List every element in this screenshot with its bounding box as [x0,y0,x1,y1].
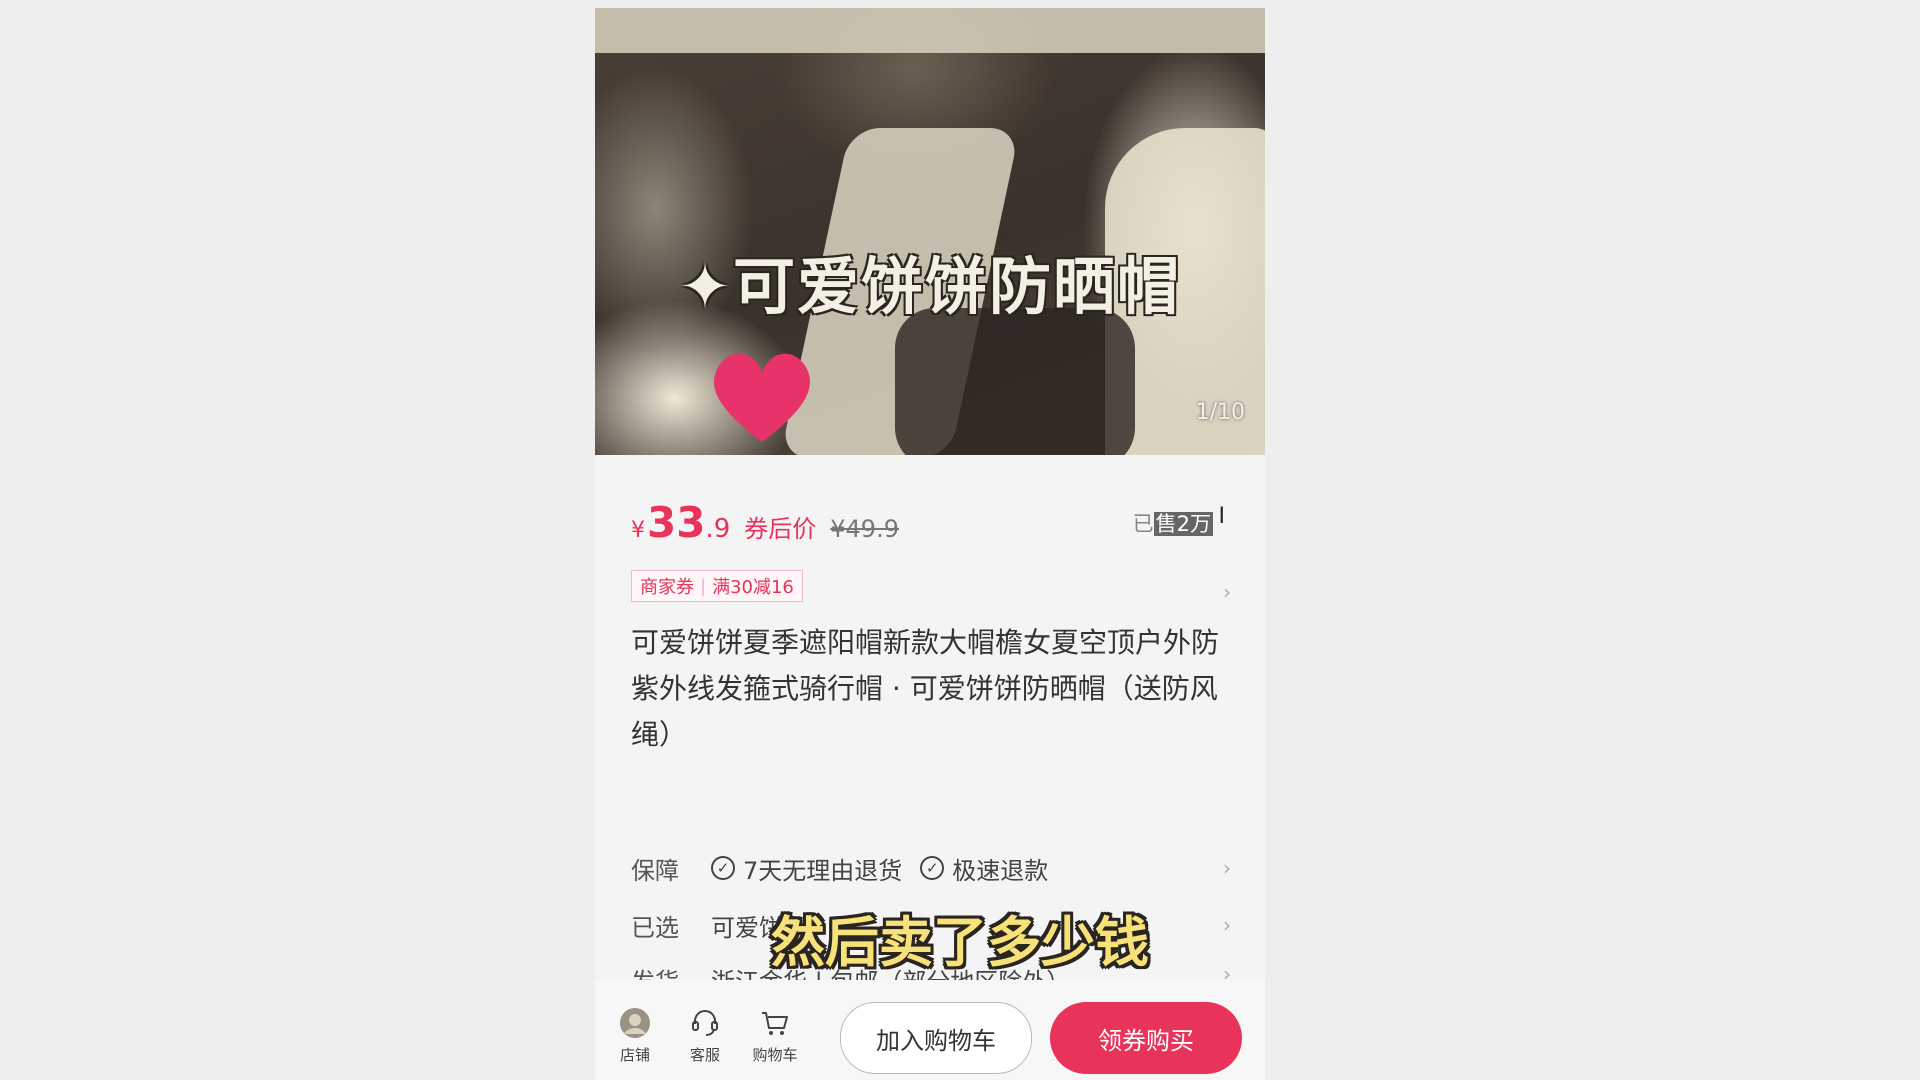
guarantee-item-label: 极速退款 [952,856,1049,885]
price-row: ¥ 33 .9 券后价 ¥49.9 [631,498,899,547]
original-price: ¥49.9 [830,515,899,543]
currency-symbol: ¥ [631,518,645,543]
coupon-type: 商家券 [640,577,694,598]
store-avatar-icon [620,1008,650,1038]
shopping-cart-icon [762,1012,788,1035]
claim-coupon-buy-button[interactable]: 领券购买 [1050,1002,1242,1074]
bottom-action-bar: 店铺 客服 购物车 加入购物车 领券购买 [595,980,1265,1080]
product-title: 可爱饼饼夏季遮阳帽新款大帽檐女夏空顶户外防紫外线发箍式骑行帽 · 可爱饼饼防晒帽… [631,626,1220,751]
headset-icon [692,1010,718,1036]
check-circle-icon: ✓ [711,856,735,880]
guarantee-label: 保障 [631,856,679,885]
text-cursor-icon: I [1218,504,1226,529]
hero-image-shadow [895,308,1135,455]
product-image-carousel[interactable]: ✦可爱饼饼防晒帽 1/10 [595,8,1265,455]
guarantee-item: ✓ 7天无理由退货 [711,851,902,886]
after-coupon-label: 券后价 [744,515,817,543]
video-subtitle: 然后卖了多少钱 [771,911,1149,974]
sold-prefix: 已 [1132,512,1154,536]
hero-title: ✦可爱饼饼防晒帽 [679,250,1181,323]
guarantee-item: ✓ 极速退款 [920,851,1048,886]
image-counter: 1/10 [1195,400,1245,425]
sold-highlighted-text: 售2万 [1153,512,1213,536]
cart-label: 购物车 [752,1046,798,1064]
cart-tab[interactable]: 购物车 [745,1006,805,1065]
service-tab[interactable]: 客服 [675,1006,735,1065]
guarantee-row[interactable]: 保障 ✓ 7天无理由退货 ✓ 极速退款 › [631,848,1231,888]
heart-graphic [714,353,810,442]
price-decimal: .9 [705,514,731,544]
coupon-badge[interactable]: 商家券 | 满30减16 [631,570,803,602]
service-label: 客服 [689,1046,720,1064]
coupon-rule: 满30减16 [712,577,794,598]
hero-image-hat-brim [595,8,1265,53]
price-integer: 33 [647,498,706,547]
store-label: 店铺 [619,1046,650,1064]
check-circle-icon: ✓ [920,856,945,880]
store-tab[interactable]: 店铺 [605,1006,665,1065]
guarantee-item-label: 7天无理由退货 [743,856,903,885]
coupon-divider: | [700,575,707,597]
chevron-right-icon: › [1223,856,1231,880]
sold-count: 已售2万 [1133,508,1213,538]
add-to-cart-button[interactable]: 加入购物车 [840,1002,1032,1074]
chevron-right-icon[interactable]: › [1223,580,1231,604]
